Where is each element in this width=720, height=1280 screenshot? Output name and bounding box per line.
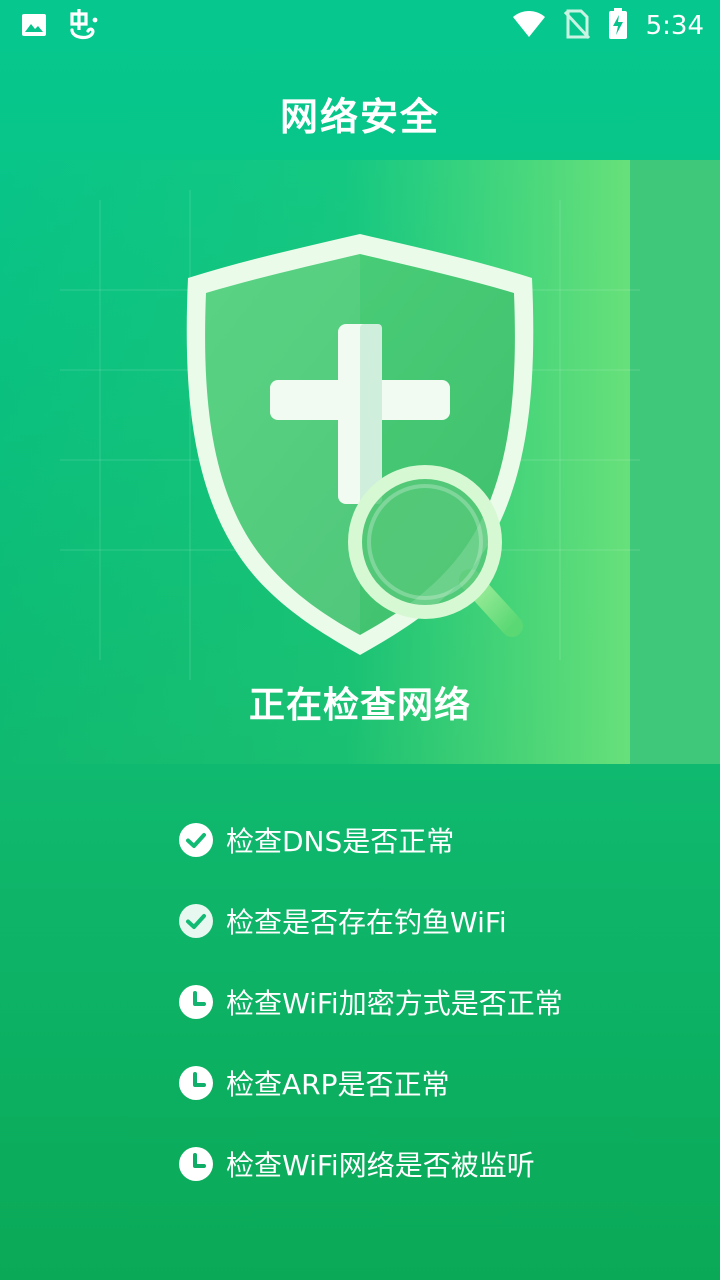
list-item: 检查WiFi网络是否被监听 (178, 1142, 563, 1186)
list-item: 检查是否存在钓鱼WiFi (178, 899, 563, 943)
bug-icon (66, 8, 100, 46)
shield-plus-magnifier-icon (0, 160, 720, 764)
check-label: 检查ARP是否正常 (226, 1068, 450, 1101)
status-bar: 5:34 (0, 0, 720, 52)
clock-icon (178, 1065, 214, 1101)
status-bar-left (20, 8, 100, 46)
check-label: 检查WiFi加密方式是否正常 (226, 987, 563, 1020)
check-label: 检查DNS是否正常 (226, 825, 455, 858)
clock-icon (178, 984, 214, 1020)
wifi-icon (512, 10, 546, 42)
image-icon (20, 11, 48, 43)
check-circle-icon (178, 822, 214, 858)
hero-banner: 正在检查网络 (0, 160, 720, 764)
no-sim-icon (563, 9, 590, 43)
list-item: 检查ARP是否正常 (178, 1061, 563, 1105)
check-list: 检查DNS是否正常 检查是否存在钓鱼WiFi 检查WiFi加密方式是否正常 检查… (178, 818, 563, 1223)
list-item: 检查WiFi加密方式是否正常 (178, 980, 563, 1024)
check-circle-icon (178, 903, 214, 939)
clock-icon (178, 1146, 214, 1182)
list-item: 检查DNS是否正常 (178, 818, 563, 862)
scan-status-text: 正在检查网络 (248, 685, 471, 726)
page-title: 网络安全 (279, 95, 440, 139)
battery-charging-icon (608, 8, 628, 44)
status-time: 5:34 (645, 11, 704, 41)
check-label: 检查是否存在钓鱼WiFi (226, 906, 507, 939)
check-label: 检查WiFi网络是否被监听 (226, 1149, 535, 1182)
status-bar-right: 5:34 (512, 8, 704, 44)
